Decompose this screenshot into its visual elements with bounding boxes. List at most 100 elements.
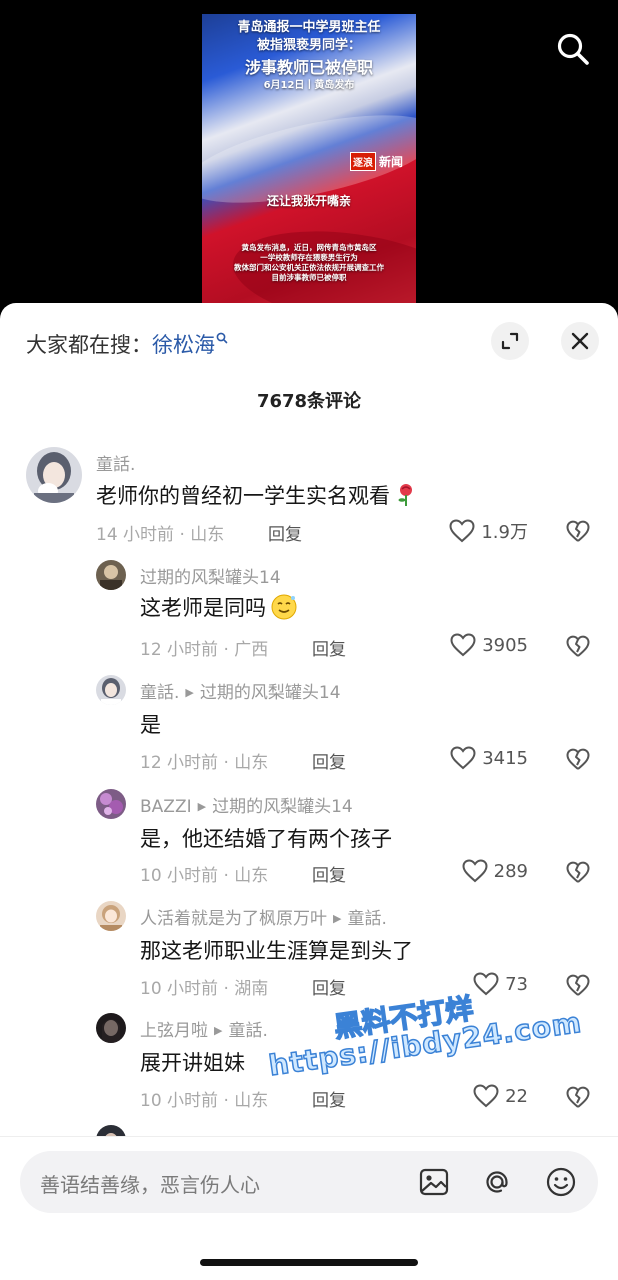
reply-button[interactable]: 回复 — [312, 974, 346, 999]
reply-button[interactable]: 回复 — [268, 520, 302, 545]
comment-time-location: 14 小时前 · 山东 — [96, 525, 225, 545]
like-count: 1.9万 — [481, 522, 528, 543]
avatar-image — [96, 675, 126, 705]
trending-search[interactable]: 大家都在搜：徐松海 — [26, 329, 228, 359]
like-button[interactable]: 22 — [473, 1084, 528, 1108]
comment-text: 老师你的曾经初一学生实名观看 — [96, 480, 416, 510]
avatar-image — [96, 789, 126, 819]
heart-icon — [462, 859, 488, 883]
broken-heart-icon[interactable] — [566, 861, 590, 885]
heart-icon — [473, 1084, 499, 1108]
expand-button[interactable] — [491, 322, 529, 360]
reply-button[interactable]: 回复 — [312, 748, 346, 773]
comment-sheet: 大家都在搜：徐松海 7678条评论 童話. 老师你的曾经初一学生实名观看 14 … — [0, 303, 618, 1280]
reply-arrow-icon: ▶ — [214, 1024, 223, 1037]
expand-icon — [501, 332, 519, 350]
heart-icon — [450, 633, 476, 657]
reply-username-text: BAZZI — [140, 797, 192, 817]
broken-heart-icon[interactable] — [566, 748, 590, 772]
avatar[interactable] — [96, 901, 126, 931]
video-headline-line2: 被指猥亵男同学： — [256, 38, 361, 53]
reply-username-text: 人活着就是为了枫原万叶 — [140, 909, 327, 929]
close-button[interactable] — [561, 322, 599, 360]
reply-username[interactable]: 人活着就是为了枫原万叶 ▶ 童話. — [140, 904, 387, 929]
reply-to-username[interactable]: 过期的风梨罐头14 — [212, 797, 353, 817]
like-count: 73 — [505, 973, 528, 995]
reply-text: 是 — [140, 713, 161, 737]
avatar-image — [26, 447, 82, 503]
news-logo: 逐浪 新闻 — [350, 152, 403, 171]
like-button[interactable]: 3905 — [450, 633, 528, 657]
video-thumbnail[interactable]: 青岛通报一中学男班主任 被指猥亵男同学： 涉事教师已被停职 6月12日丨黄岛发布… — [202, 14, 416, 310]
like-count: 3415 — [482, 747, 528, 769]
trending-keyword[interactable]: 徐松海 — [152, 333, 215, 357]
news-logo-box: 逐浪 — [350, 152, 376, 171]
broken-heart-icon[interactable] — [566, 520, 590, 544]
reply-button[interactable]: 回复 — [312, 1086, 346, 1111]
reply-item: 人活着就是为了枫原万叶 ▶ 童話. 那这老师职业生涯算是到头了 10 小时前 · 湖… — [0, 901, 618, 1013]
trending-prefix: 大家都在搜： — [26, 333, 152, 357]
reply-text: 这老师是同吗 — [140, 592, 298, 622]
close-icon — [571, 332, 589, 350]
reply-text: 展开讲姐妹 — [140, 1051, 245, 1075]
avatar[interactable] — [96, 560, 126, 590]
reply-time-location: 10 小时前 · 山东 — [140, 1091, 269, 1111]
heart-icon — [473, 972, 499, 996]
reply-arrow-icon: ▶ — [185, 686, 194, 699]
broken-heart-icon[interactable] — [566, 974, 590, 998]
reply-to-username[interactable]: 过期的风梨罐头14 — [200, 683, 341, 703]
reply-username-text: 过期的风梨罐头14 — [140, 568, 281, 588]
broken-heart-icon[interactable] — [566, 1086, 590, 1110]
heart-icon — [449, 519, 475, 543]
reply-item: BAZZI ▶ 过期的风梨罐头14 是，他还结婚了有两个孩子 10 小时前 · 山东… — [0, 789, 618, 901]
avatar[interactable] — [96, 789, 126, 819]
reply-username[interactable]: 上弦月啦 ▶ 童話. — [140, 1016, 268, 1041]
comment-input[interactable]: 善语结善缘，恶言伤人心 — [20, 1151, 598, 1213]
image-icon[interactable] — [418, 1166, 450, 1198]
broken-heart-icon[interactable] — [566, 635, 590, 659]
like-count: 289 — [493, 860, 528, 882]
heart-icon — [450, 746, 476, 770]
like-button[interactable]: 1.9万 — [449, 518, 528, 544]
search-icon[interactable] — [556, 32, 590, 66]
like-button[interactable]: 3415 — [450, 746, 528, 770]
reply-button[interactable]: 回复 — [312, 635, 346, 660]
avatar[interactable] — [26, 447, 82, 503]
reply-item: 上弦月啦 ▶ 童話. 展开讲姐妹 10 小时前 · 山东 回复 22 — [0, 1013, 618, 1125]
avatar-image — [96, 1013, 126, 1043]
like-count: 22 — [505, 1085, 528, 1107]
reply-item: 童話. ▶ 过期的风梨罐头14 是 12 小时前 · 山东 回复 3415 — [0, 675, 618, 787]
reply-to-username[interactable]: 童話. — [347, 909, 386, 929]
reply-button[interactable]: 回复 — [312, 861, 346, 886]
video-caption: 还让我张开嘴亲 — [266, 194, 351, 208]
magnifier-small-icon — [216, 332, 228, 344]
comment-input-bar: 善语结善缘，恶言伤人心 — [0, 1136, 618, 1280]
comment-item: 童話. 老师你的曾经初一学生实名观看 14 小时前 · 山东 回复 1.9万 — [0, 447, 618, 559]
emoji-icon[interactable] — [545, 1166, 577, 1198]
reply-arrow-icon: ▶ — [197, 800, 207, 813]
comment-username[interactable]: 童話. — [96, 450, 135, 475]
avatar[interactable] — [96, 1013, 126, 1043]
rose-emoji-icon — [398, 484, 412, 506]
at-icon[interactable] — [481, 1166, 513, 1198]
avatar[interactable] — [96, 675, 126, 705]
reply-username[interactable]: 过期的风梨罐头14 — [140, 563, 281, 588]
home-indicator[interactable] — [200, 1259, 418, 1266]
comment-count: 7678条评论 — [256, 391, 362, 412]
reply-time-location: 12 小时前 · 广西 — [140, 640, 269, 660]
reply-username[interactable]: 童話. ▶ 过期的风梨罐头14 — [140, 678, 341, 703]
reply-username[interactable]: BAZZI ▶ 过期的风梨罐头14 — [140, 792, 353, 817]
comment-input-placeholder: 善语结善缘，恶言伤人心 — [40, 1173, 260, 1197]
reply-arrow-icon: ▶ — [333, 912, 342, 925]
like-button[interactable]: 289 — [462, 859, 528, 883]
reply-username-text: 童話. — [140, 683, 180, 703]
like-button[interactable]: 73 — [473, 972, 528, 996]
reply-item: 过期的风梨罐头14 这老师是同吗 12 小时前 · 广西 回复 3905 — [0, 560, 618, 672]
video-player[interactable]: 青岛通报一中学男班主任 被指猥亵男同学： 涉事教师已被停职 6月12日丨黄岛发布… — [0, 0, 618, 330]
reply-text: 是，他还结婚了有两个孩子 — [140, 827, 392, 851]
video-date-line: 6月12日丨黄岛发布 — [263, 80, 355, 91]
video-headline-line3: 涉事教师已被停职 — [244, 58, 373, 77]
reply-username-text: 上弦月啦 — [140, 1021, 208, 1041]
reply-text-content: 这老师是同吗 — [140, 596, 266, 620]
reply-to-username[interactable]: 童話. — [228, 1021, 267, 1041]
